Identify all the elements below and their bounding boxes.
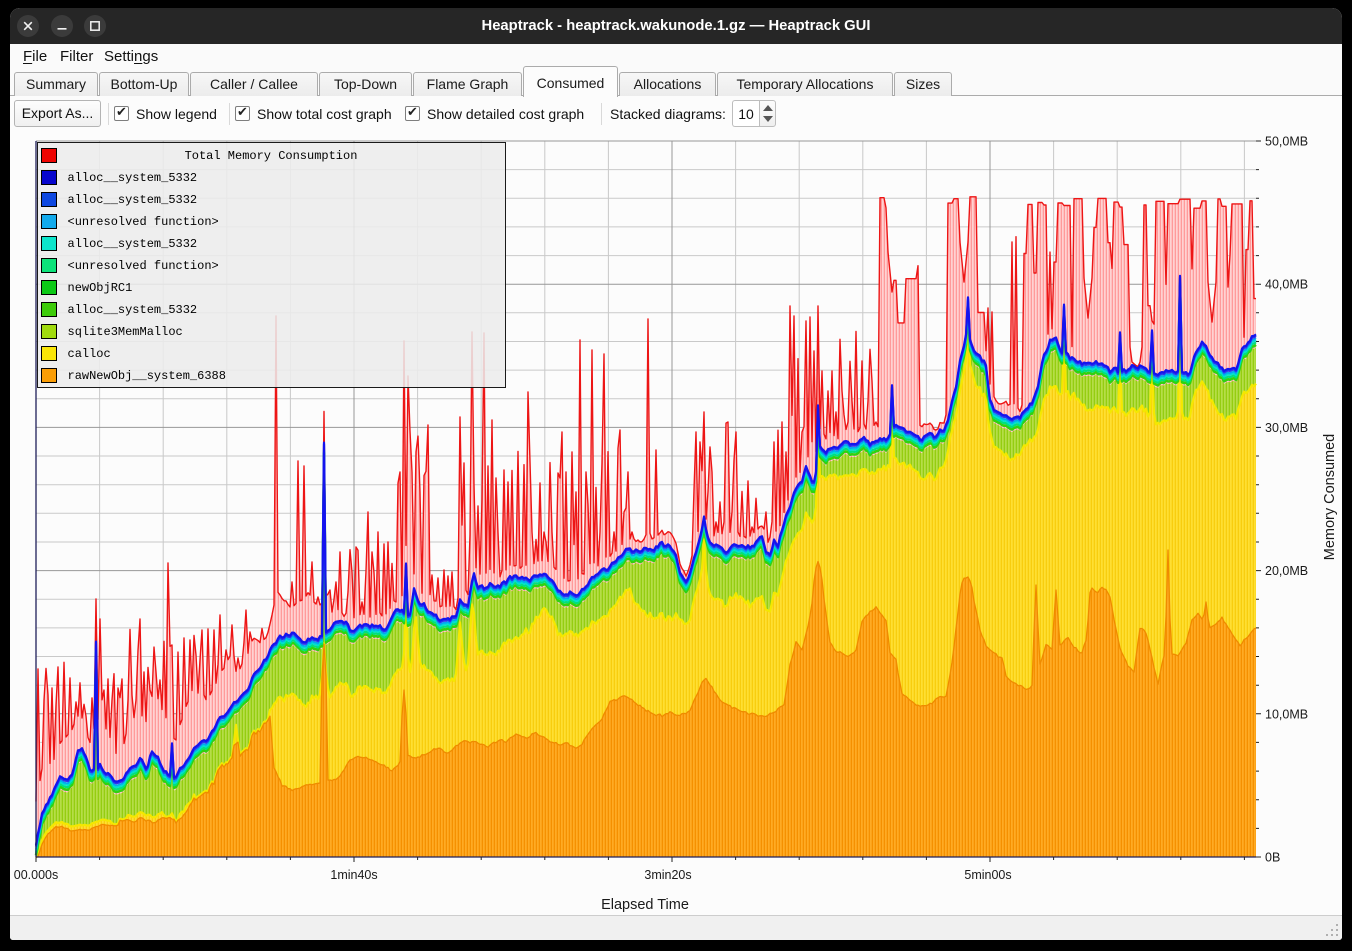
svg-text:50,0MB: 50,0MB [1265, 135, 1308, 149]
svg-text:10,0MB: 10,0MB [1265, 707, 1308, 721]
svg-text:Elapsed Time: Elapsed Time [601, 897, 689, 913]
svg-text:20,0MB: 20,0MB [1265, 564, 1308, 578]
svg-text:3min20s: 3min20s [644, 868, 691, 882]
svg-text:0B: 0B [1265, 851, 1280, 865]
svg-text:30,0MB: 30,0MB [1265, 421, 1308, 435]
svg-text:00.000s: 00.000s [14, 868, 58, 882]
svg-text:Memory Consumed: Memory Consumed [1322, 434, 1338, 561]
svg-text:40,0MB: 40,0MB [1265, 278, 1308, 292]
svg-text:5min00s: 5min00s [964, 868, 1011, 882]
svg-text:1min40s: 1min40s [330, 868, 377, 882]
